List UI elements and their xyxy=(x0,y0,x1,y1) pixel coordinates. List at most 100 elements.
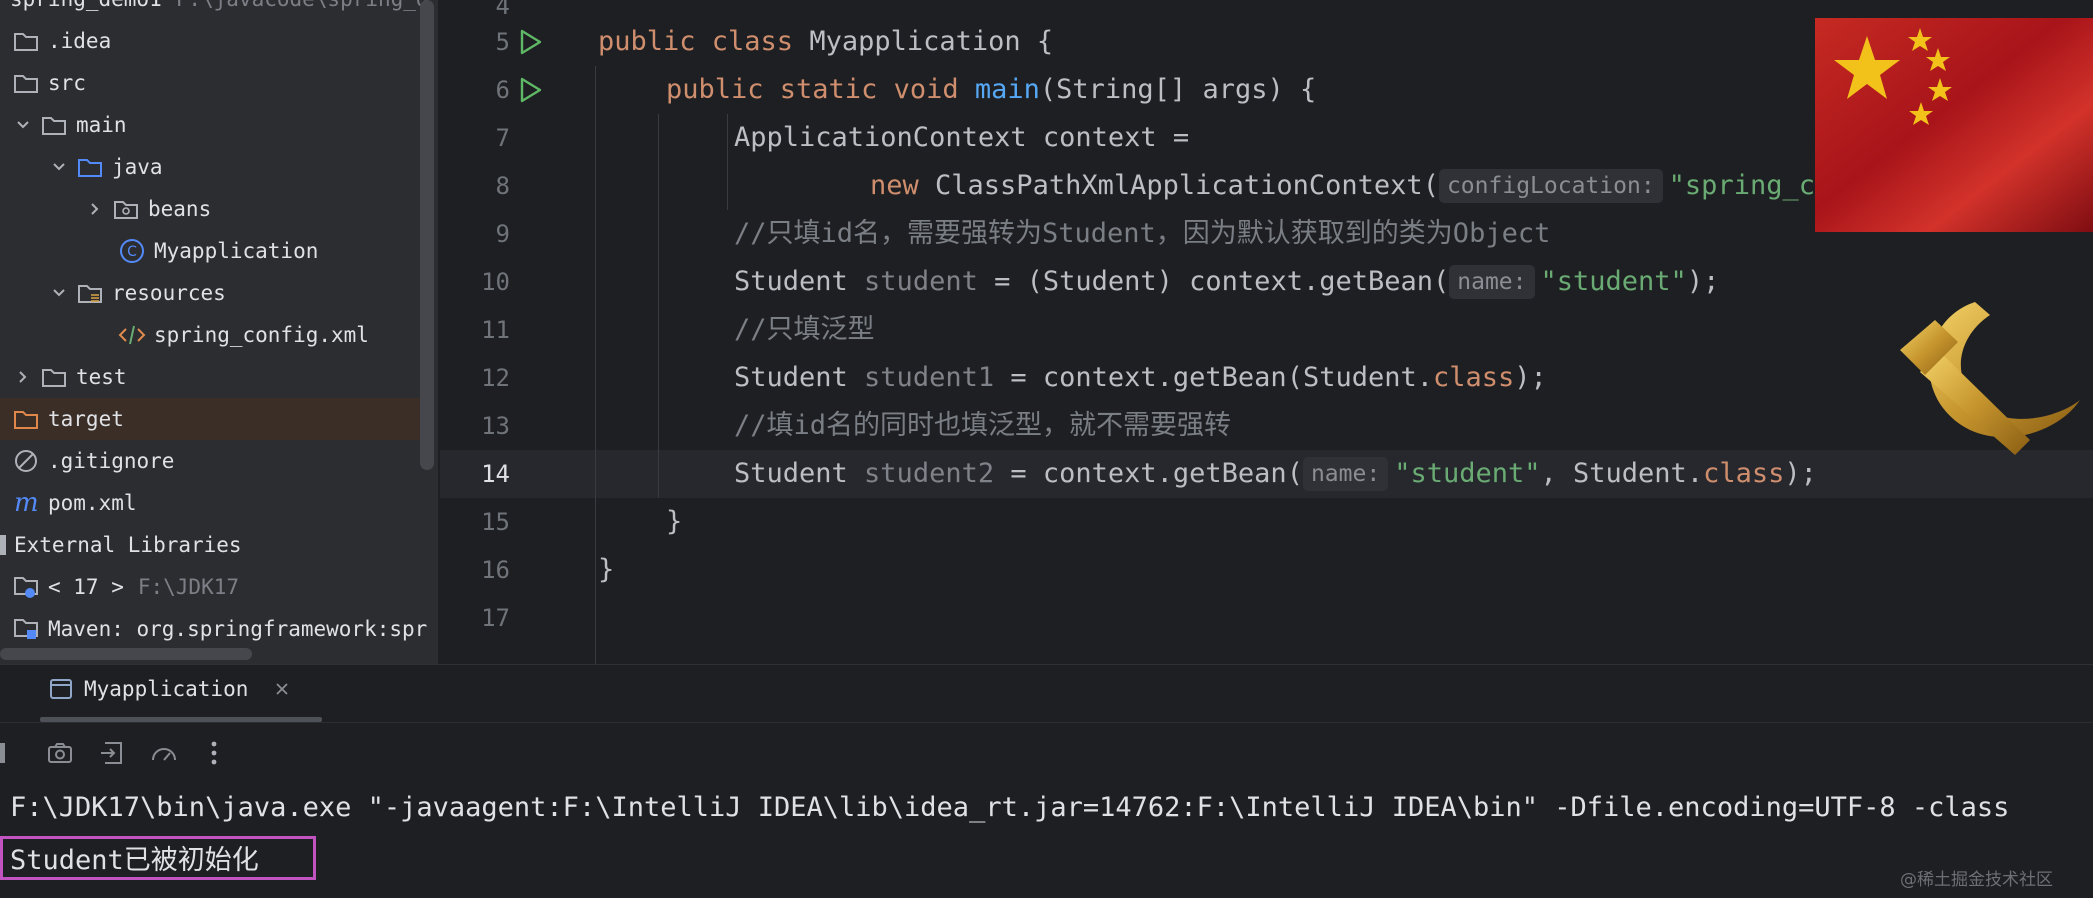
parameter-hint: name: xyxy=(1302,457,1389,491)
code-line-7[interactable]: ApplicationContext context = xyxy=(734,114,1189,162)
line-number: 7 xyxy=(495,124,510,152)
code-text: = context.getBean( xyxy=(994,458,1303,489)
keyword: new xyxy=(870,170,936,201)
tree-vertical-scrollbar[interactable] xyxy=(420,0,434,470)
line-number: 16 xyxy=(481,556,510,584)
tree-item-label: spring_config.xml xyxy=(154,323,369,347)
tree-item-pom[interactable]: m pom.xml xyxy=(0,482,432,524)
tree-item-label: src xyxy=(48,71,86,95)
code-line-6[interactable]: public static void main(String[] args) { xyxy=(666,66,1316,114)
tree-root-path: F:\javacode\spring_d xyxy=(176,0,429,11)
line-number-current: 14 xyxy=(481,460,510,488)
line-number: 8 xyxy=(495,172,510,200)
tree-item-target[interactable]: target xyxy=(0,398,432,440)
code-line-12[interactable]: Student student1 = context.getBean(Stude… xyxy=(734,354,1547,402)
class-icon: C xyxy=(118,238,146,264)
run-class-icon[interactable] xyxy=(518,18,548,66)
code-text: ApplicationContext context = xyxy=(734,122,1190,153)
tree-item-main[interactable]: main xyxy=(0,104,432,146)
chevron-down-icon[interactable] xyxy=(48,282,70,304)
line-number: 9 xyxy=(495,220,510,248)
tree-item-spring-config[interactable]: spring_config.xml xyxy=(0,314,438,356)
chevron-right-icon[interactable] xyxy=(84,198,106,220)
code-text: = context.getBean(Student. xyxy=(994,362,1433,393)
tree-item-jdk[interactable]: < 17 > F:\JDK17 xyxy=(0,566,432,608)
tree-item-label: .gitignore xyxy=(48,449,175,473)
tree-horizontal-scrollbar[interactable] xyxy=(0,648,252,660)
tree-item-resources[interactable]: resources xyxy=(0,272,438,314)
package-icon xyxy=(112,196,140,222)
close-icon[interactable] xyxy=(274,681,290,697)
parameter-hint: name: xyxy=(1449,265,1535,299)
keyword: class xyxy=(1433,362,1515,393)
tree-item-label: Maven: org.springframework:spr xyxy=(48,617,428,641)
tree-item-test[interactable]: test xyxy=(0,356,432,398)
tree-item-label: java xyxy=(112,155,163,179)
string-literal: "student" xyxy=(1394,458,1541,489)
project-tree: spring_demo1 F:\javacode\spring_d .idea … xyxy=(0,0,438,664)
line-number: 17 xyxy=(481,604,510,632)
code-line-5[interactable]: public class Myapplication { xyxy=(598,18,1053,66)
code-text: (String[] args) { xyxy=(1039,74,1317,105)
tree-item-label: < 17 > xyxy=(48,575,124,599)
tree-item-label: test xyxy=(76,365,127,389)
more-options-icon[interactable] xyxy=(198,737,230,769)
jdk-icon xyxy=(12,574,40,600)
run-tab-myapplication[interactable]: Myapplication xyxy=(50,677,290,701)
tree-item-gitignore[interactable]: .gitignore xyxy=(0,440,432,482)
line-number: 11 xyxy=(481,316,510,344)
code-text: } xyxy=(666,506,683,537)
tree-item-external-libraries[interactable]: External Libraries xyxy=(0,524,420,566)
tree-item-path: F:\JDK17 xyxy=(137,575,240,599)
code-text: Student xyxy=(734,362,865,393)
camera-icon[interactable] xyxy=(44,737,76,769)
folder-icon xyxy=(12,28,40,54)
comment: //只填泛型 xyxy=(734,314,875,345)
tree-item-java[interactable]: java xyxy=(0,146,438,188)
profiler-gauge-icon[interactable] xyxy=(148,737,180,769)
library-icon xyxy=(0,535,6,555)
code-text: ClassPathXmlApplicationContext( xyxy=(935,170,1439,201)
code-line-15[interactable]: } xyxy=(666,498,682,546)
hammer-sickle-emblem xyxy=(1900,302,2080,455)
code-text: , Student. xyxy=(1540,458,1704,489)
chevron-down-icon[interactable] xyxy=(48,156,70,178)
tree-item-idea[interactable]: .idea xyxy=(0,20,432,62)
watermark: @稀土掘金技术社区 xyxy=(1900,870,2053,890)
tree-item-label: Myapplication xyxy=(154,239,319,263)
tree-item-beans[interactable]: beans xyxy=(0,188,438,230)
code-line-10[interactable]: Student student = (Student) context.getB… xyxy=(734,258,1719,306)
indent-guide xyxy=(658,114,659,498)
maven-library-icon xyxy=(12,616,40,642)
svg-text:C: C xyxy=(127,244,137,260)
run-tab-label: Myapplication xyxy=(84,677,249,701)
ignore-file-icon xyxy=(12,448,40,474)
stop-indicator-icon[interactable] xyxy=(0,743,5,763)
restore-layout-icon[interactable] xyxy=(96,737,128,769)
code-text: ); xyxy=(1784,458,1817,489)
source-folder-icon xyxy=(76,154,104,180)
comment: //只填id名，需要强转为Student，因为默认获取到的类为Object xyxy=(734,218,1551,249)
code-line-16[interactable]: } xyxy=(598,546,614,594)
tree-item-myapplication[interactable]: C Myapplication xyxy=(0,230,438,272)
chevron-right-icon[interactable] xyxy=(12,366,34,388)
comment: //填id名的同时也填泛型，就不需要强转 xyxy=(734,410,1232,441)
code-line-14[interactable]: Student student2 = context.getBean(name:… xyxy=(734,450,1817,498)
class-name: Myapplication { xyxy=(809,26,1054,57)
tree-item-maven-lib[interactable]: Maven: org.springframework:spr xyxy=(0,608,432,650)
unused-variable: student xyxy=(864,266,978,297)
chevron-down-icon[interactable] xyxy=(12,114,34,136)
code-line-11[interactable]: //只填泛型 xyxy=(734,306,875,354)
code-line-9[interactable]: //只填id名，需要强转为Student，因为默认获取到的类为Object xyxy=(734,210,1550,258)
maven-icon: m xyxy=(12,490,40,516)
indent-guide xyxy=(727,114,728,210)
keyword: public class xyxy=(598,26,810,57)
line-number: 15 xyxy=(481,508,510,536)
run-main-icon[interactable] xyxy=(518,66,548,114)
code-line-13[interactable]: //填id名的同时也填泛型，就不需要强转 xyxy=(734,402,1231,450)
tree-item-label: beans xyxy=(148,197,212,221)
tree-root-row[interactable]: spring_demo1 F:\javacode\spring_d xyxy=(10,0,430,20)
china-flag-image xyxy=(1815,18,2093,232)
run-config-icon xyxy=(50,679,72,699)
tree-item-src[interactable]: src xyxy=(0,62,432,104)
